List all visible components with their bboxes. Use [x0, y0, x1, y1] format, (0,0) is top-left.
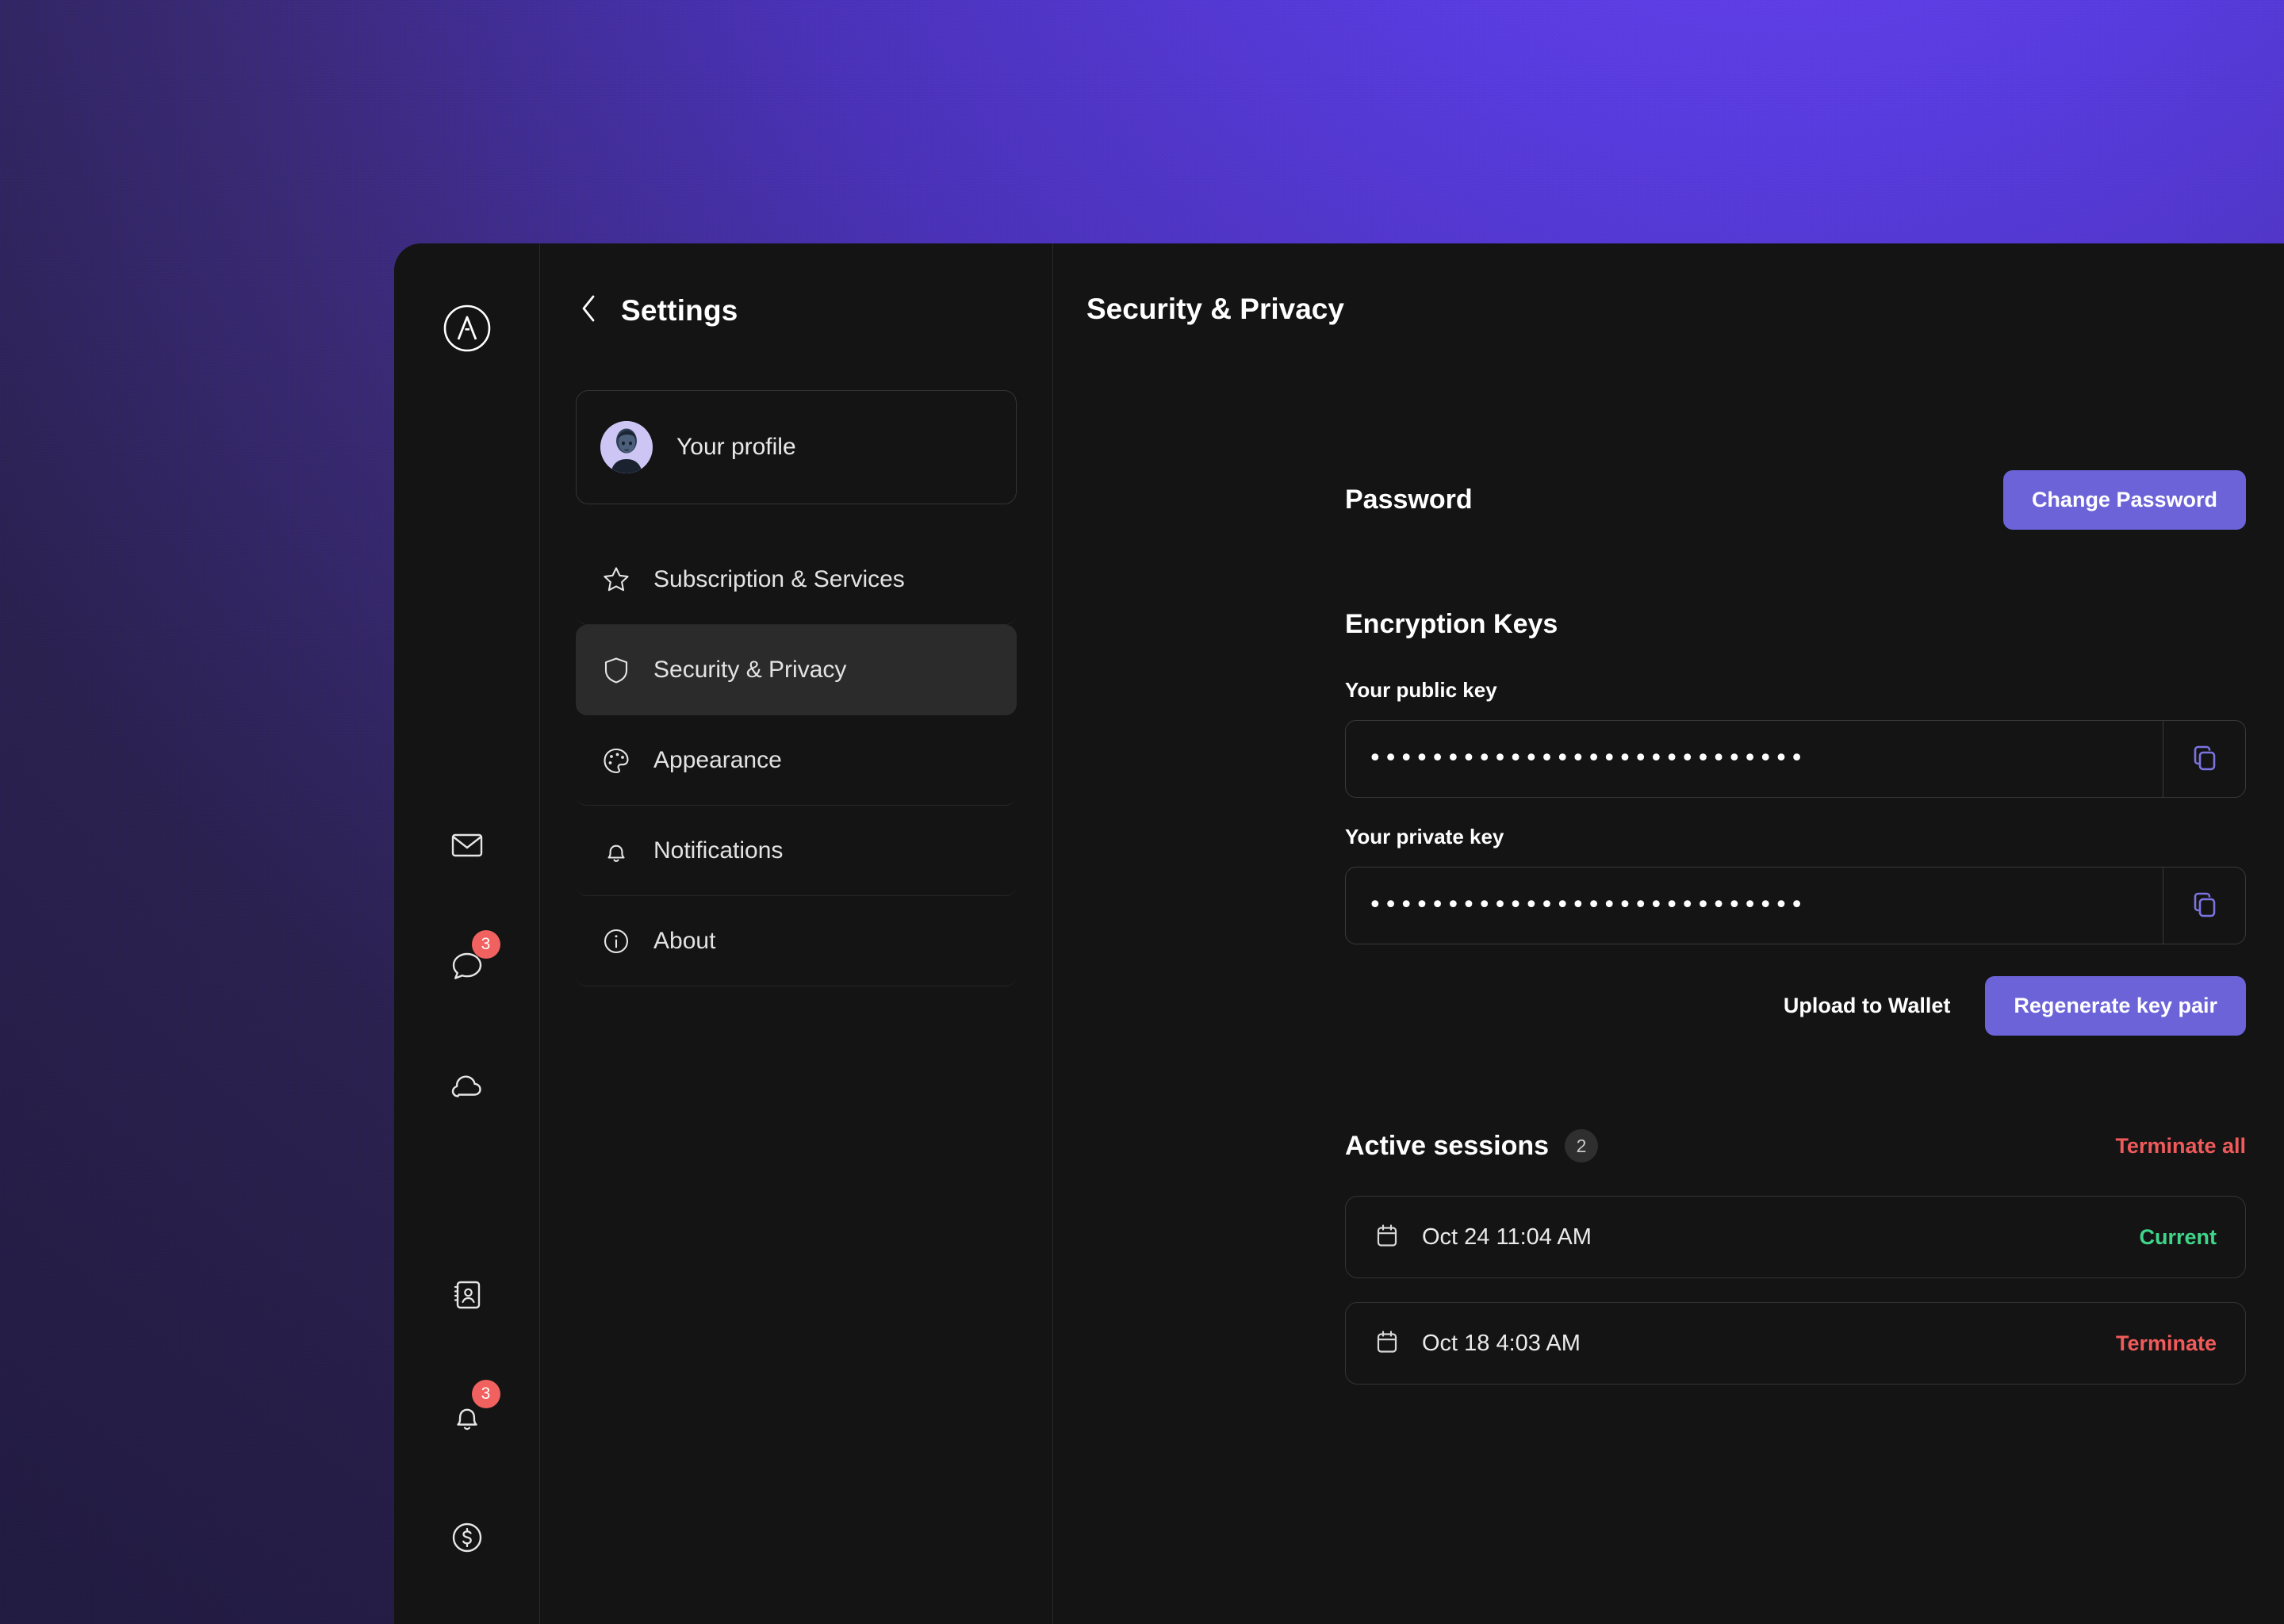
- chevron-left-icon[interactable]: [578, 293, 599, 328]
- sidebar-item-about[interactable]: About: [576, 896, 1017, 986]
- settings-header: Settings: [540, 293, 1052, 328]
- private-key-value: ••••••••••••••••••••••••••••: [1368, 891, 1806, 919]
- sidebar-item-label: Appearance: [653, 746, 782, 773]
- sidebar-item-label: Notifications: [653, 837, 784, 864]
- bell-icon[interactable]: 3: [429, 1380, 505, 1450]
- session-date: Oct 24 11:04 AM: [1422, 1224, 1592, 1250]
- calendar-icon: [1373, 1327, 1401, 1360]
- copy-private-key-button[interactable]: [2163, 868, 2245, 944]
- app-logo-a-circle-icon[interactable]: [429, 294, 505, 363]
- encryption-keys-section: Encryption Keys Your public key ••••••••…: [1345, 609, 2246, 1036]
- shield-icon: [600, 653, 633, 687]
- session-row[interactable]: Oct 24 11:04 AM Current: [1345, 1196, 2246, 1278]
- sidebar-item-notifications[interactable]: Notifications: [576, 806, 1017, 896]
- encryption-keys-heading: Encryption Keys: [1345, 609, 1558, 639]
- app-window: 3 3 Settings Your profile Subscription &…: [394, 243, 2284, 1624]
- public-key-value: ••••••••••••••••••••••••••••: [1368, 745, 1806, 772]
- calendar-icon: [1373, 1221, 1401, 1254]
- copy-icon: [2189, 741, 2221, 777]
- upload-to-wallet-button[interactable]: Upload to Wallet: [1784, 994, 1951, 1018]
- page-title: Settings: [621, 293, 738, 327]
- session-status-current: Current: [2139, 1224, 2217, 1249]
- star-icon: [600, 563, 633, 596]
- sidebar-item-label: About: [653, 927, 716, 954]
- avatar: [600, 421, 653, 473]
- session-date: Oct 18 4:03 AM: [1422, 1330, 1581, 1356]
- contacts-icon[interactable]: [429, 1260, 505, 1329]
- active-sessions-section: Active sessions 2 Terminate all Oct 24 1…: [1345, 1129, 2246, 1385]
- security-sections: Password Change Password Encryption Keys…: [1053, 470, 2284, 1385]
- info-circle-icon: [600, 925, 633, 958]
- sidebar-item-label: Security & Privacy: [653, 656, 847, 683]
- cloud-icon[interactable]: [429, 1053, 505, 1122]
- sidebar-item-label: Your profile: [676, 434, 796, 460]
- public-key-label: Your public key: [1345, 678, 1497, 702]
- password-heading: Password: [1345, 485, 1473, 515]
- password-section: Password Change Password: [1345, 470, 2246, 530]
- palette-icon: [600, 744, 633, 777]
- app-icon-rail: 3 3: [394, 243, 540, 1624]
- chat-icon[interactable]: 3: [429, 929, 505, 1001]
- sidebar-item-security-privacy[interactable]: Security & Privacy: [576, 625, 1017, 715]
- sidebar-item-your-profile[interactable]: Your profile: [576, 390, 1017, 504]
- sidebar-item-subscription-services[interactable]: Subscription & Services: [576, 534, 1017, 625]
- bell-icon: [600, 834, 633, 868]
- encryption-keys-actions: Upload to Wallet Regenerate key pair: [1345, 976, 2246, 1036]
- public-key-field[interactable]: ••••••••••••••••••••••••••••: [1345, 720, 2246, 798]
- chat-badge: 3: [471, 929, 500, 959]
- regenerate-key-pair-button[interactable]: Regenerate key pair: [1985, 976, 2246, 1036]
- dollar-circle-icon[interactable]: [429, 1503, 505, 1572]
- terminate-all-button[interactable]: Terminate all: [2115, 1134, 2246, 1159]
- sidebar-item-label: Subscription & Services: [653, 565, 905, 592]
- active-sessions-count-badge: 2: [1565, 1129, 1599, 1162]
- active-sessions-heading: Active sessions: [1345, 1130, 1550, 1161]
- settings-nav-column: Settings Your profile Subscription & Ser…: [540, 243, 1053, 1624]
- private-key-field[interactable]: ••••••••••••••••••••••••••••: [1345, 867, 2246, 944]
- terminate-session-button[interactable]: Terminate: [2116, 1331, 2217, 1356]
- active-sessions-header: Active sessions 2 Terminate all: [1345, 1129, 2246, 1162]
- main-page-title: Security & Privacy: [1086, 293, 1344, 325]
- change-password-button[interactable]: Change Password: [2002, 470, 2246, 530]
- session-row[interactable]: Oct 18 4:03 AM Terminate: [1345, 1302, 2246, 1385]
- main-panel: Security & Privacy Password Change Passw…: [1053, 243, 2284, 1624]
- settings-nav-list: Your profile Subscription & Services Sec…: [540, 390, 1052, 986]
- mail-icon[interactable]: [429, 810, 505, 879]
- copy-public-key-button[interactable]: [2163, 721, 2245, 797]
- copy-icon: [2189, 888, 2221, 924]
- notifications-badge: 3: [471, 1380, 500, 1409]
- private-key-label: Your private key: [1345, 825, 1504, 848]
- sidebar-item-appearance[interactable]: Appearance: [576, 715, 1017, 806]
